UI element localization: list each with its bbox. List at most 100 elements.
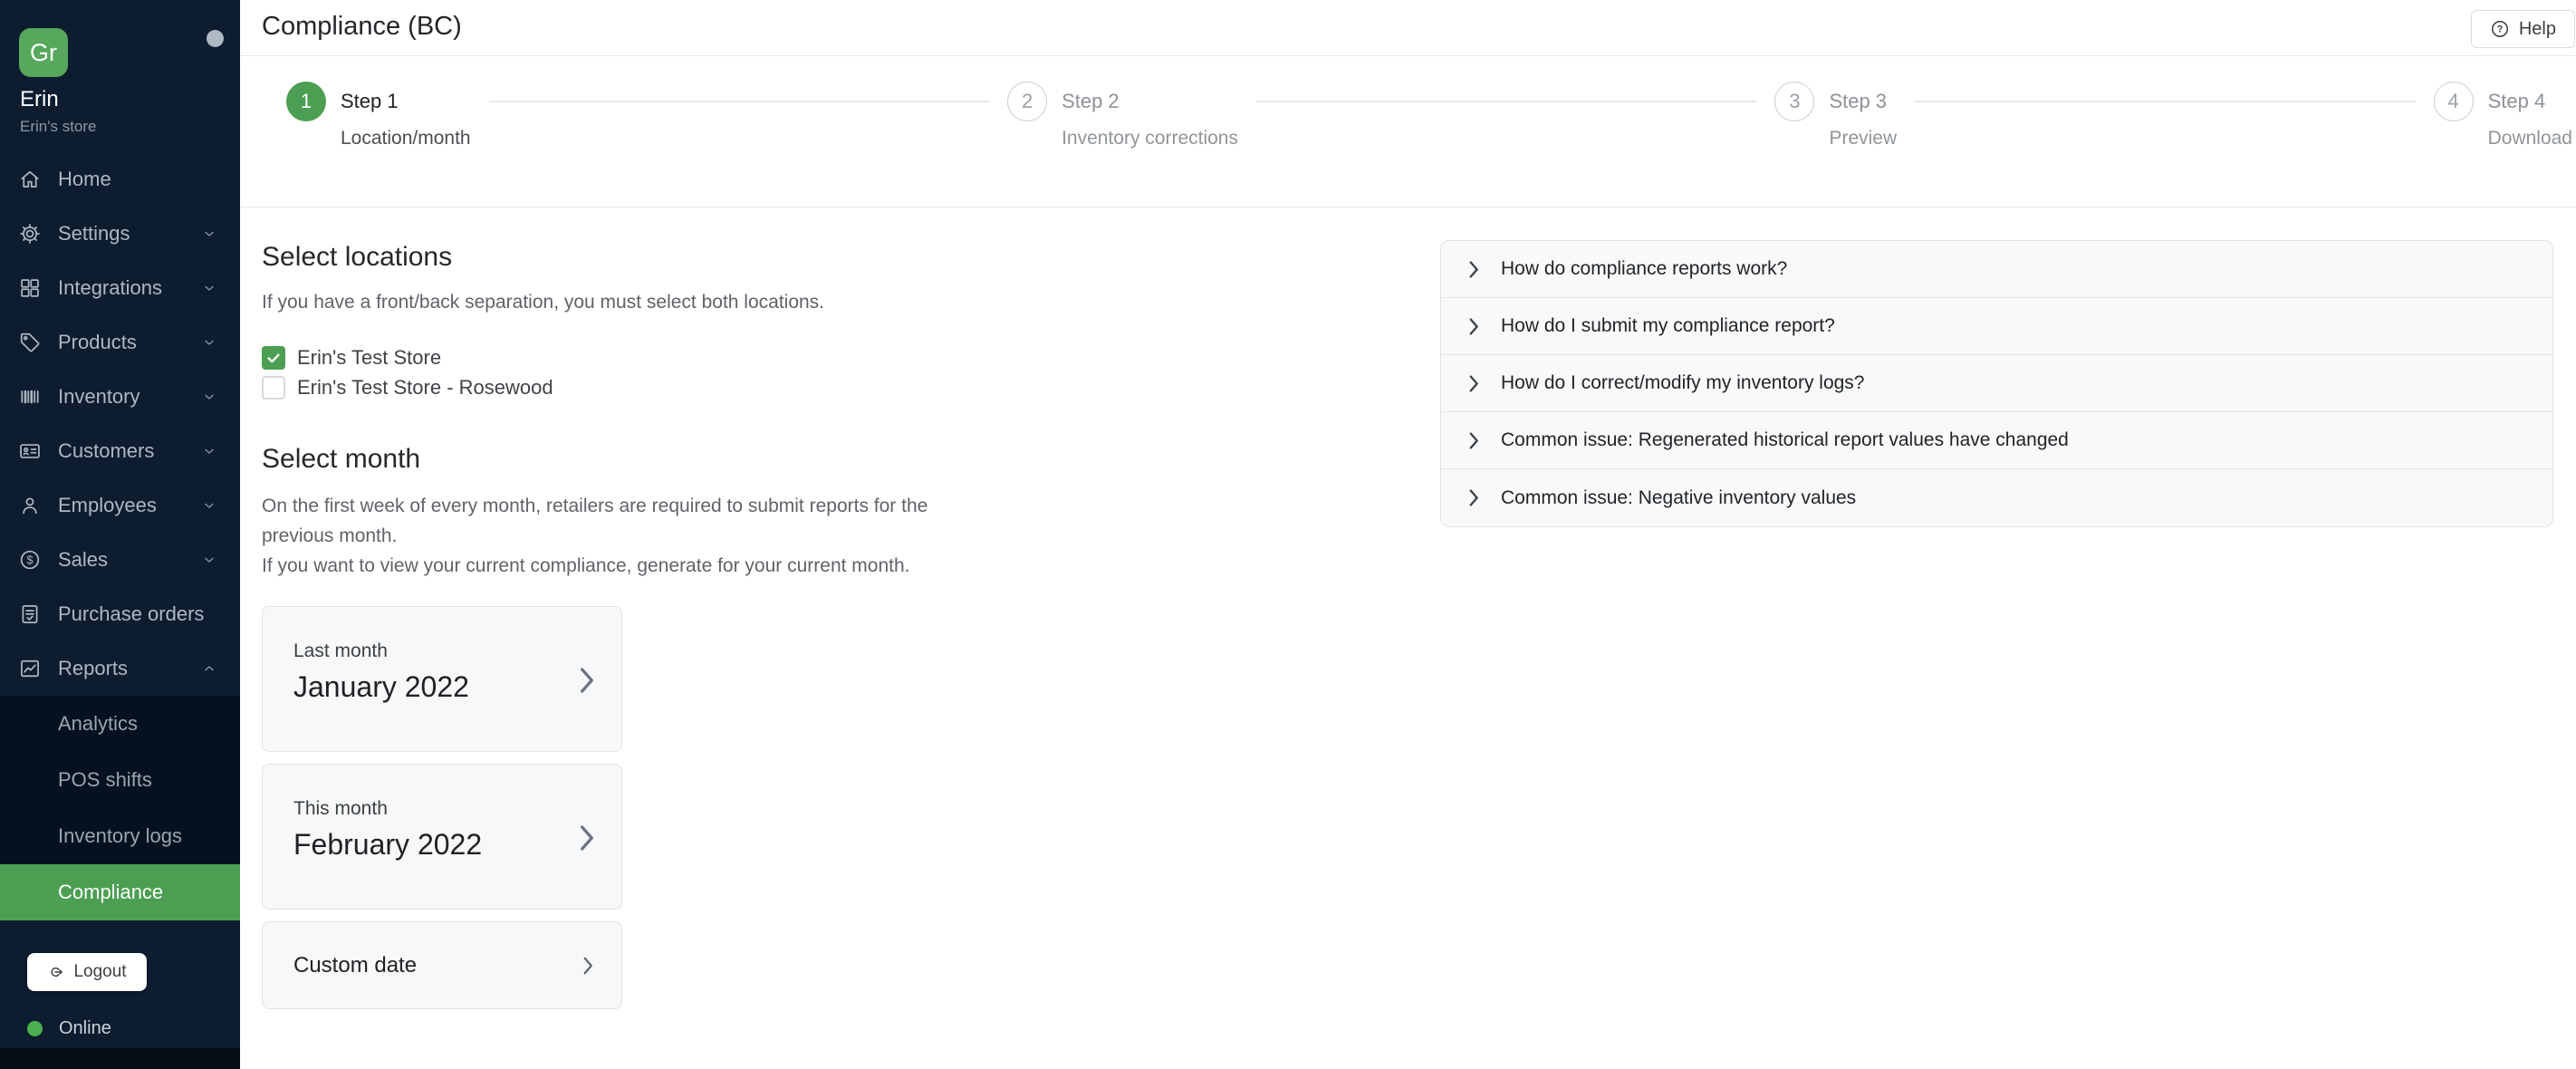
dollar-circle-icon: $: [18, 548, 42, 572]
chevron-right-icon: [580, 667, 594, 694]
person-icon: [18, 494, 42, 517]
faq-item-negative-inventory[interactable]: Common issue: Negative inventory values: [1441, 469, 2552, 526]
faq-item-correct-inventory-logs[interactable]: How do I correct/modify my inventory log…: [1441, 355, 2552, 412]
chevron-down-icon: [202, 444, 216, 458]
step-connector: [1256, 101, 1756, 102]
logout-label: Logout: [73, 962, 126, 982]
faq-question: Common issue: Negative inventory values: [1501, 487, 1856, 509]
sidebar-item-products[interactable]: Products: [0, 315, 240, 370]
checkbox-checked[interactable]: [262, 346, 285, 370]
sidebar: Gr Erin Erin's store Home Settings Integ…: [0, 0, 240, 1069]
step-1-sublabel: Location/month: [341, 128, 471, 149]
chevron-down-icon: [202, 335, 216, 350]
step-2-circle: 2: [1007, 82, 1047, 121]
sidebar-item-sales[interactable]: $ Sales: [0, 533, 240, 587]
select-locations-heading: Select locations: [262, 207, 950, 273]
sidebar-item-employees[interactable]: Employees: [0, 478, 240, 533]
sidebar-item-label: Employees: [58, 494, 202, 517]
help-button[interactable]: ? Help: [2471, 10, 2575, 48]
logout-icon: [47, 963, 65, 981]
this-month-card[interactable]: This month February 2022: [262, 764, 622, 910]
sidebar-item-customers[interactable]: Customers: [0, 424, 240, 478]
step-1: 1 Step 1 Location/month: [286, 82, 471, 149]
step-1-circle: 1: [286, 82, 326, 121]
step-connector: [489, 101, 989, 102]
last-month-card-label: Last month: [293, 640, 591, 662]
custom-date-card[interactable]: Custom date: [262, 921, 622, 1009]
sidebar-item-label: Sales: [58, 548, 202, 572]
gear-icon: [18, 222, 42, 246]
step-connector: [1915, 101, 2415, 102]
sidebar-item-inventory[interactable]: Inventory: [0, 370, 240, 424]
submenu-item-analytics[interactable]: Analytics: [0, 696, 240, 752]
location-option-label: Erin's Test Store - Rosewood: [297, 376, 553, 400]
chevron-right-icon: [1469, 318, 1479, 335]
faq-panel: How do compliance reports work? How do I…: [1440, 240, 2553, 527]
submenu-item-compliance[interactable]: Compliance: [0, 864, 240, 920]
faq-item-regenerated-values[interactable]: Common issue: Regenerated historical rep…: [1441, 412, 2552, 469]
logout-button[interactable]: Logout: [27, 953, 147, 991]
svg-text:?: ?: [2496, 24, 2503, 35]
submenu-item-label: Analytics: [58, 712, 138, 736]
chevron-down-icon: [202, 226, 216, 241]
checkbox-unchecked[interactable]: [262, 376, 285, 400]
select-month-description-line2: If you want to view your current complia…: [262, 551, 950, 581]
submenu-item-pos-shifts[interactable]: POS shifts: [0, 752, 240, 808]
connection-status: Online: [27, 1018, 111, 1039]
sidebar-item-label: Settings: [58, 222, 202, 246]
faq-item-how-submit-report[interactable]: How do I submit my compliance report?: [1441, 298, 2552, 355]
online-status-dot: [27, 1021, 43, 1036]
app-logo: Gr: [19, 28, 68, 77]
location-option-label: Erin's Test Store: [297, 346, 441, 370]
submenu-item-inventory-logs[interactable]: Inventory logs: [0, 808, 240, 864]
sidebar-item-reports[interactable]: Reports: [0, 641, 240, 696]
step-2-sublabel: Inventory corrections: [1062, 128, 1238, 149]
chevron-right-icon: [1469, 489, 1479, 506]
submenu-item-label: POS shifts: [58, 768, 152, 792]
step-4: 4 Step 4 Download: [2434, 82, 2572, 149]
custom-date-card-label: Custom date: [293, 953, 417, 978]
sidebar-collapse-toggle[interactable]: [207, 30, 224, 47]
sidebar-item-label: Integrations: [58, 276, 202, 300]
last-month-card-title: January 2022: [293, 670, 591, 704]
this-month-card-label: This month: [293, 798, 591, 820]
sidebar-item-label: Reports: [58, 657, 202, 680]
sidebar-item-label: Customers: [58, 439, 202, 463]
location-option-erins-test-store[interactable]: Erin's Test Store: [262, 342, 950, 372]
checkmark-icon: [264, 349, 283, 367]
step-3: 3 Step 3 Preview: [1774, 82, 1897, 149]
id-card-icon: [18, 439, 42, 463]
stepper: 1 Step 1 Location/month 2 Step 2 Invento…: [240, 56, 2576, 207]
sidebar-item-label: Home: [58, 168, 216, 191]
chevron-down-icon: [202, 498, 216, 513]
sidebar-item-integrations[interactable]: Integrations: [0, 261, 240, 315]
this-month-card-title: February 2022: [293, 828, 591, 862]
chevron-right-icon: [580, 824, 594, 852]
document-icon: [18, 602, 42, 626]
page-header: Compliance (BC) ? Help: [240, 0, 2576, 56]
main-area: Compliance (BC) ? Help 1 Step 1 Location…: [240, 0, 2576, 1069]
location-checkbox-group: Erin's Test Store Erin's Test Store - Ro…: [262, 342, 950, 402]
sidebar-item-settings[interactable]: Settings: [0, 207, 240, 261]
step-3-label: Step 3: [1829, 90, 1897, 113]
chevron-down-icon: [202, 390, 216, 404]
month-cards: Last month January 2022 This month Febru…: [262, 606, 622, 1009]
sidebar-item-label: Products: [58, 331, 202, 354]
select-locations-description: If you have a front/back separation, you…: [262, 287, 950, 317]
faq-item-how-reports-work[interactable]: How do compliance reports work?: [1441, 241, 2552, 298]
last-month-card[interactable]: Last month January 2022: [262, 606, 622, 752]
chevron-right-icon: [1469, 375, 1479, 392]
step-4-label: Step 4: [2488, 90, 2572, 113]
help-icon: ?: [2490, 19, 2510, 39]
location-option-erins-test-store-rosewood[interactable]: Erin's Test Store - Rosewood: [262, 372, 950, 402]
barcode-icon: [18, 385, 42, 409]
sidebar-item-purchase-orders[interactable]: Purchase orders: [0, 587, 240, 641]
sidebar-item-home[interactable]: Home: [0, 152, 240, 207]
content: Select locations If you have a front/bac…: [240, 207, 2576, 1009]
chevron-down-icon: [202, 281, 216, 295]
step-2: 2 Step 2 Inventory corrections: [1007, 82, 1238, 149]
left-column: Select locations If you have a front/bac…: [262, 207, 950, 1009]
home-icon: [18, 168, 42, 191]
faq-question: Common issue: Regenerated historical rep…: [1501, 429, 2069, 451]
sidebar-item-label: Inventory: [58, 385, 202, 409]
